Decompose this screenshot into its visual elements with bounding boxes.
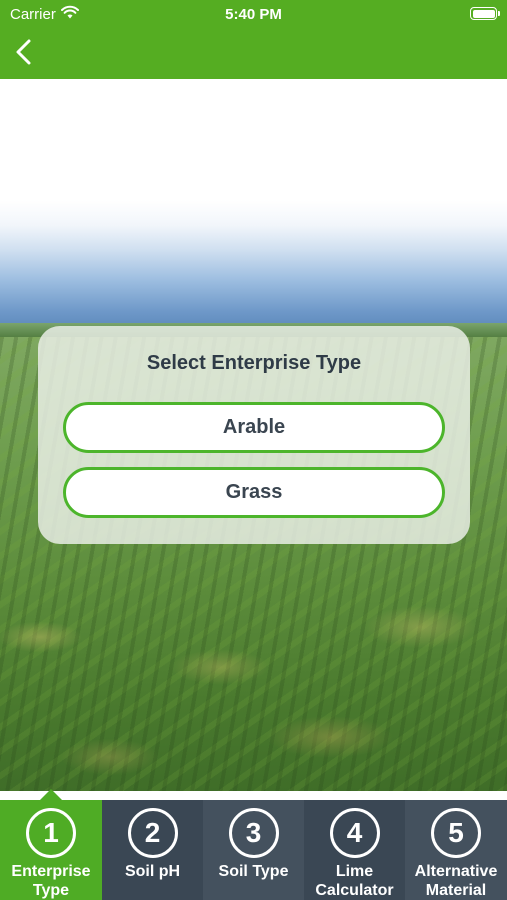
tab-lime-calculator[interactable]: 4 Lime Calculator [304, 800, 405, 900]
tab-soil-ph[interactable]: 2 Soil pH [102, 800, 203, 900]
grass-option-button[interactable]: Grass [63, 467, 445, 518]
tab-enterprise-type[interactable]: 1 Enterprise Type [0, 800, 102, 900]
active-tab-pointer [40, 789, 62, 800]
tab-label: Soil Type [218, 863, 289, 880]
tab-label: Lime Calculator [315, 863, 394, 899]
chevron-left-icon[interactable] [10, 36, 38, 68]
step-number: 4 [329, 808, 380, 858]
tab-alternative-material[interactable]: 5 Alternative Material [405, 800, 507, 900]
step-number: 3 [228, 808, 279, 858]
tab-label: Alternative Material [414, 863, 498, 899]
status-bar: Carrier 5:40 PM [0, 0, 507, 28]
enterprise-type-card: Select Enterprise Type Arable Grass [38, 326, 470, 544]
status-time: 5:40 PM [225, 6, 282, 23]
step-number: 1 [26, 808, 76, 858]
tab-soil-type[interactable]: 3 Soil Type [203, 800, 304, 900]
tab-label: Soil pH [124, 863, 181, 880]
navigation-bar: Carrier 5:40 PM [0, 0, 507, 79]
field-background-image: Select Enterprise Type Arable Grass [0, 79, 507, 791]
step-number: 5 [431, 808, 481, 858]
step-number: 2 [127, 808, 178, 858]
arable-option-button[interactable]: Arable [63, 402, 445, 453]
step-tab-bar: 1 Enterprise Type 2 Soil pH 3 Soil Type … [0, 800, 507, 900]
card-title: Select Enterprise Type [146, 352, 362, 374]
battery-icon [470, 7, 500, 20]
sky [0, 79, 507, 331]
tab-label: Enterprise Type [11, 863, 91, 899]
